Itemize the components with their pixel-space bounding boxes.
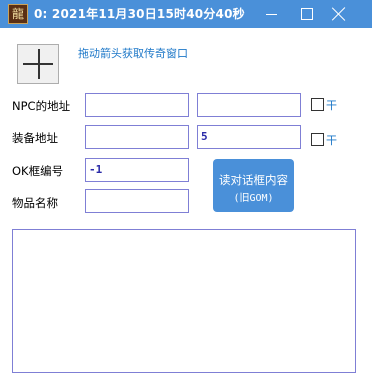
npc-address-label: NPC的地址 — [12, 99, 71, 113]
item-name-label: 物品名称 — [12, 196, 58, 210]
npc-checkbox[interactable] — [311, 98, 324, 111]
minimize-icon — [265, 13, 277, 15]
npc-address-input-1[interactable] — [85, 93, 189, 117]
close-button[interactable] — [322, 0, 356, 28]
crosshair-drag-button[interactable] — [17, 44, 59, 84]
equip-checkbox[interactable] — [311, 133, 324, 146]
item-name-input[interactable] — [85, 189, 189, 213]
equip-address-label: 装备地址 — [12, 131, 58, 145]
npc-address-input-2[interactable] — [197, 93, 301, 117]
read-dialog-button[interactable]: 读对话框内容 (旧GOM) — [213, 159, 294, 212]
npc-checkbox-label: 干 — [326, 99, 337, 112]
minimize-button[interactable] — [254, 0, 288, 28]
app-icon: 龍 — [8, 4, 28, 24]
title-bar[interactable]: 龍 0: 2021年11月30日15时40分40秒 — [0, 0, 372, 28]
drag-hint-text: 拖动箭头获取传奇窗口 — [78, 47, 188, 60]
output-textarea[interactable] — [12, 229, 356, 373]
maximize-icon — [301, 8, 313, 20]
ok-box-label: OK框编号 — [12, 164, 64, 178]
equip-address-input-1[interactable] — [85, 125, 189, 149]
read-dialog-button-sublabel: (旧GOM) — [233, 193, 274, 204]
close-icon — [332, 7, 346, 21]
ok-box-input[interactable]: -1 — [85, 158, 189, 182]
window-title: 0: 2021年11月30日15时40分40秒 — [34, 7, 245, 21]
read-dialog-button-label: 读对话框内容 — [219, 173, 288, 187]
equip-checkbox-label: 干 — [326, 134, 337, 147]
maximize-button[interactable] — [290, 0, 324, 28]
equip-address-input-2[interactable]: 5 — [197, 125, 301, 149]
